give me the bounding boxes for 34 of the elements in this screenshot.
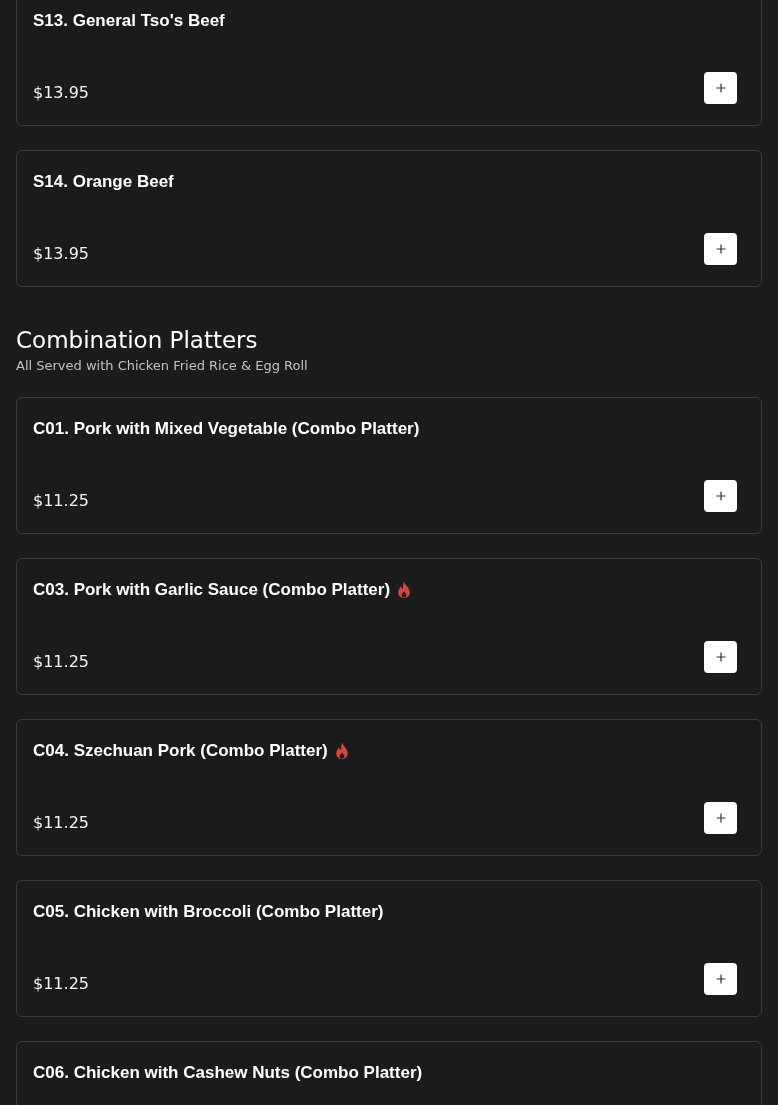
menu-item-card[interactable]: C04. Szechuan Pork (Combo Platter) $11.25 bbox=[16, 719, 762, 856]
item-price: $11.25 bbox=[33, 812, 89, 834]
item-name: S13. General Tso's Beef bbox=[33, 11, 225, 31]
add-button[interactable] bbox=[704, 641, 737, 673]
item-name: S14. Orange Beef bbox=[33, 172, 174, 192]
add-button[interactable] bbox=[704, 802, 737, 834]
item-price: $11.25 bbox=[33, 973, 89, 995]
item-price: $13.95 bbox=[33, 243, 89, 265]
item-price: $11.25 bbox=[33, 651, 89, 673]
add-button[interactable] bbox=[704, 480, 737, 512]
add-button[interactable] bbox=[704, 233, 737, 265]
section-subtitle: All Served with Chicken Fried Rice & Egg Roll bbox=[16, 358, 309, 373]
item-name: C06. Chicken with Cashew Nuts (Combo Platter) bbox=[33, 1063, 423, 1083]
menu-item-card[interactable]: C03. Pork with Garlic Sauce (Combo Platter) $11.25 bbox=[16, 558, 762, 695]
add-button[interactable] bbox=[704, 72, 737, 104]
item-name: C03. Pork with Garlic Sauce (Combo Platter) bbox=[33, 580, 391, 600]
plus-icon bbox=[715, 83, 726, 93]
item-name: C01. Pork with Mixed Vegetable (Combo Platter) bbox=[33, 419, 420, 439]
section-heading: Combination Platters bbox=[16, 326, 259, 354]
menu-item-card[interactable]: S14. Orange Beef $13.95 bbox=[16, 150, 762, 287]
menu-item-card[interactable]: C05. Chicken with Broccoli (Combo Platter) $11.25 bbox=[16, 880, 762, 1017]
menu-item-card[interactable]: C01. Pork with Mixed Vegetable (Combo Platter) $11.25 bbox=[16, 397, 762, 534]
item-name: C05. Chicken with Broccoli (Combo Platter) bbox=[33, 902, 384, 922]
add-button[interactable] bbox=[704, 963, 737, 995]
menu-item-card[interactable]: C06. Chicken with Cashew Nuts (Combo Platter) bbox=[16, 1041, 762, 1105]
item-price: $11.25 bbox=[33, 490, 89, 512]
plus-icon bbox=[715, 244, 726, 254]
plus-icon bbox=[715, 813, 726, 823]
menu-item-card[interactable]: S13. General Tso's Beef $13.95 bbox=[16, 0, 762, 126]
item-name: C04. Szechuan Pork (Combo Platter) bbox=[33, 741, 328, 761]
plus-icon bbox=[715, 974, 726, 984]
plus-icon bbox=[715, 652, 726, 662]
plus-icon bbox=[715, 491, 726, 501]
item-price: $13.95 bbox=[33, 82, 89, 104]
